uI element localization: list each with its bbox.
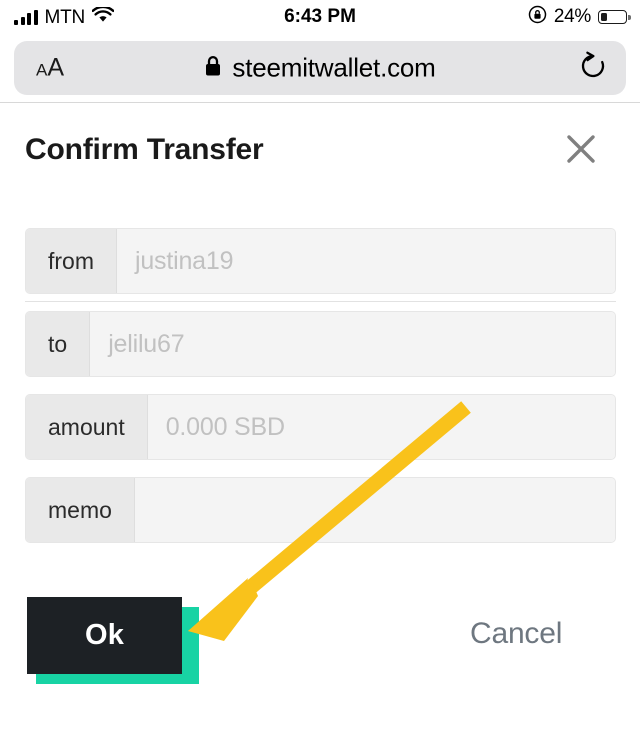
close-icon[interactable]: [564, 132, 598, 166]
field-label-memo: memo: [26, 478, 135, 542]
field-input-to[interactable]: jelilu67: [90, 312, 615, 376]
ok-button-wrapper: Ok: [27, 597, 199, 684]
lock-icon: [204, 54, 222, 82]
field-input-memo[interactable]: [134, 478, 615, 542]
field-input-amount[interactable]: 0.000 SBD: [147, 395, 615, 459]
reload-icon[interactable]: [578, 50, 608, 87]
field-row-to: to jelilu67: [25, 311, 616, 377]
battery-icon: [598, 10, 631, 24]
field-label-from: from: [26, 229, 117, 293]
transfer-form: from justina19 to jelilu67 amount 0.000 SBD me…: [25, 228, 616, 560]
ok-button[interactable]: Ok: [27, 597, 182, 674]
field-label-amount: amount: [26, 395, 148, 459]
field-row-from: from justina19: [25, 228, 616, 294]
url-display[interactable]: steemitwallet.com: [14, 53, 626, 84]
page-title: Confirm Transfer: [25, 133, 264, 166]
url-text: steemitwallet.com: [232, 52, 436, 83]
confirm-transfer-modal: Confirm Transfer from justina19 to jelilu67…: [0, 103, 640, 739]
browser-toolbar: A A steemitwallet.com: [0, 36, 640, 103]
battery-percent-label: 24%: [553, 6, 591, 27]
modal-footer: Ok Cancel: [0, 597, 640, 717]
ios-status-bar: MTN 6:43 PM 24%: [0, 0, 640, 34]
field-label-to: to: [26, 312, 91, 376]
field-row-amount: amount 0.000 SBD: [25, 394, 616, 460]
modal-header: Confirm Transfer: [0, 103, 640, 191]
field-input-from[interactable]: justina19: [117, 229, 615, 293]
address-bar[interactable]: A A steemitwallet.com: [14, 41, 626, 95]
status-bar-right: 24%: [528, 5, 631, 29]
field-row-memo: memo: [25, 477, 616, 543]
rotation-lock-icon: [528, 5, 547, 29]
cancel-button[interactable]: Cancel: [470, 617, 562, 651]
